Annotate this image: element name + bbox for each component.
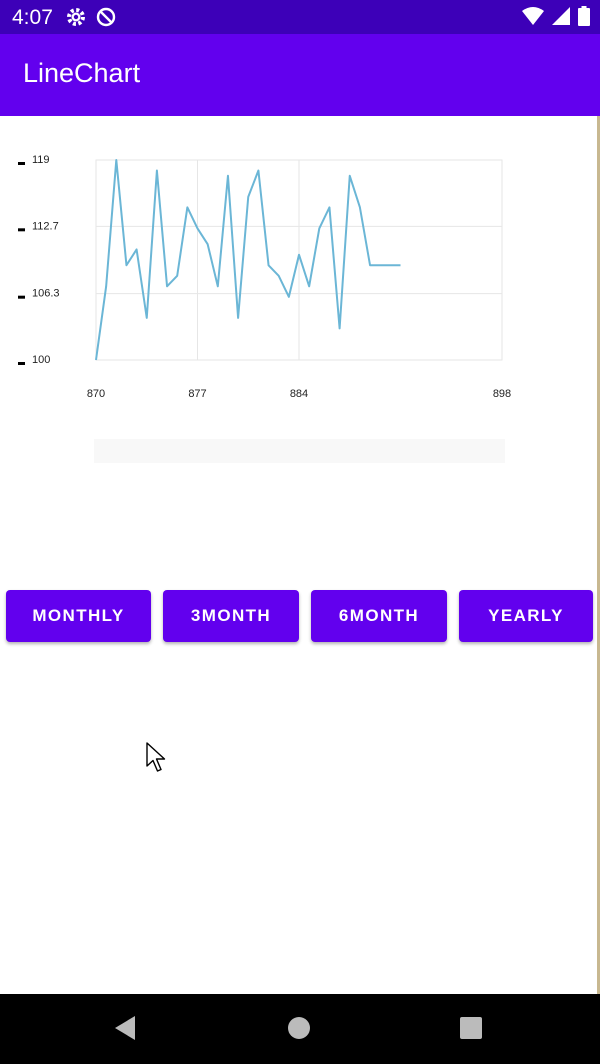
x-tick-label: 898 (493, 388, 511, 400)
y-tick-mark (18, 362, 25, 365)
home-icon[interactable] (284, 1013, 314, 1043)
status-bar: 4:07 (0, 0, 600, 34)
y-tick-mark (18, 228, 25, 232)
signal-icon (552, 7, 570, 30)
line-chart[interactable]: 100 106.3 112.7 119 870 877 884 898 (0, 140, 600, 410)
yearly-button[interactable]: YEARLY (459, 590, 593, 642)
status-time: 4:07 (12, 6, 53, 29)
y-tick-label: 119 (32, 154, 50, 166)
monthly-button[interactable]: MONTHLY (6, 590, 151, 642)
app-title: LineChart (23, 58, 141, 88)
x-tick-label: 884 (290, 388, 308, 400)
y-tick-label: 112.7 (32, 220, 59, 232)
y-tick-label: 100 (32, 354, 50, 366)
6month-button[interactable]: 6MONTH (311, 590, 447, 642)
x-tick-label: 877 (188, 388, 206, 400)
do-not-disturb-icon (96, 7, 116, 32)
wifi-icon (522, 7, 544, 30)
3month-button[interactable]: 3MONTH (163, 590, 299, 642)
series-line (95, 159, 401, 361)
y-tick-label: 106.3 (32, 288, 60, 300)
y-tick-mark (18, 162, 25, 165)
navigation-bar (0, 994, 600, 1064)
battery-icon (578, 6, 590, 31)
gear-icon (66, 7, 86, 32)
mouse-cursor-icon (146, 742, 168, 779)
y-tick-mark (18, 295, 25, 299)
back-icon[interactable] (110, 1013, 140, 1043)
line-chart-svg: 100 106.3 112.7 119 870 877 884 898 (18, 154, 511, 400)
x-tick-label: 870 (87, 388, 105, 400)
range-button-row: MONTHLY 3MONTH 6MONTH YEARLY (0, 590, 600, 642)
chart-scroll-strip[interactable] (94, 439, 505, 463)
app-bar: LineChart (0, 34, 600, 116)
recents-icon[interactable] (456, 1013, 486, 1043)
